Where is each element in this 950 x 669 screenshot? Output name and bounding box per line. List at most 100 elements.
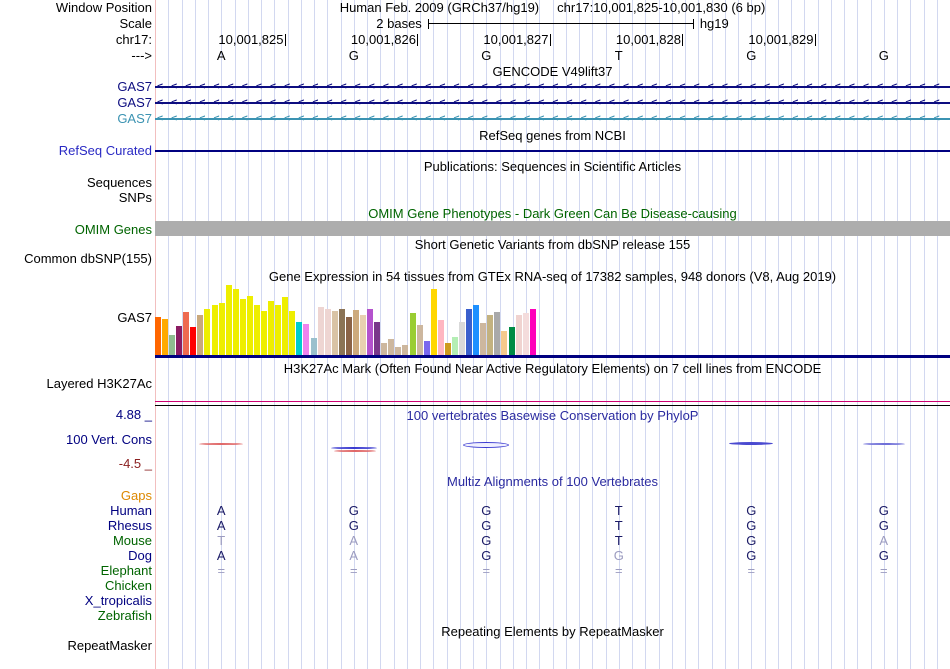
species-label[interactable]: Rhesus [0, 519, 152, 533]
gtex-bar[interactable] [162, 319, 169, 355]
species-label[interactable]: Chicken [0, 579, 152, 593]
h3k27ac-title[interactable]: H3K27Ac Mark (Often Found Near Active Re… [155, 362, 950, 376]
gtex-bar[interactable] [360, 315, 367, 355]
conservation-track-label[interactable]: 100 Vert. Cons [0, 433, 152, 447]
gtex-bar[interactable] [310, 338, 317, 355]
gtex-bar[interactable] [218, 303, 225, 355]
gtex-bar[interactable] [338, 309, 345, 355]
gtex-bar[interactable] [466, 309, 473, 355]
gtex-bar[interactable] [381, 343, 388, 355]
gencode-transcript[interactable]: <<<<<<<<<<<<<<<<<<<<<<<<<<<<<<<<<<<<<<<<… [155, 80, 950, 94]
gtex-title[interactable]: Gene Expression in 54 tissues from GTEx … [155, 270, 950, 284]
repeatmasker-title[interactable]: Repeating Elements by RepeatMasker [155, 625, 950, 639]
gene-label[interactable]: GAS7 [0, 80, 152, 94]
gtex-bar[interactable] [239, 299, 246, 355]
gtex-bar[interactable] [169, 335, 176, 355]
multiz-title[interactable]: Multiz Alignments of 100 Vertebrates [155, 475, 950, 489]
gtex-bar[interactable] [225, 285, 232, 355]
gtex-bar[interactable] [317, 307, 324, 355]
snps-label[interactable]: SNPs [0, 191, 152, 205]
alignment-base: G [348, 518, 359, 533]
gtex-bar[interactable] [204, 309, 211, 355]
gtex-bar[interactable] [197, 315, 204, 355]
sequences-label[interactable]: Sequences [0, 176, 152, 190]
gtex-bar[interactable] [324, 309, 331, 355]
conservation-title[interactable]: 100 vertebrates Basewise Conservation by… [155, 409, 950, 423]
gtex-bar[interactable] [253, 305, 260, 355]
dbsnp-title[interactable]: Short Genetic Variants from dbSNP releas… [155, 238, 950, 252]
gtex-bar[interactable] [275, 305, 282, 355]
layered-h3k27ac-label[interactable]: Layered H3K27Ac [0, 377, 152, 391]
gtex-bar[interactable] [480, 323, 487, 355]
gtex-bar[interactable] [367, 309, 374, 355]
gtex-bar[interactable] [190, 327, 197, 355]
gtex-bar[interactable] [437, 320, 444, 355]
gtex-bar[interactable] [282, 297, 289, 355]
gtex-bar[interactable] [515, 315, 522, 355]
gtex-bar[interactable] [395, 347, 402, 355]
assembly-tag: hg19 [699, 16, 729, 31]
scale-bar [427, 19, 694, 29]
gtex-bar[interactable] [430, 289, 437, 355]
gtex-bar[interactable] [232, 289, 239, 355]
gtex-bar[interactable] [345, 317, 352, 355]
gtex-bar[interactable] [444, 343, 451, 355]
gtex-bar[interactable] [487, 315, 494, 355]
gtex-gene-label[interactable]: GAS7 [0, 311, 152, 325]
omim-genes-label[interactable]: OMIM Genes [0, 223, 152, 237]
gtex-bar[interactable] [459, 322, 465, 355]
gtex-bar[interactable] [155, 317, 161, 355]
repeatmasker-label[interactable]: RepeatMasker [0, 639, 152, 653]
gene-label[interactable]: GAS7 [0, 112, 152, 126]
gtex-bar[interactable] [494, 312, 501, 355]
gtex-bar[interactable] [451, 337, 458, 355]
gtex-bar[interactable] [303, 324, 310, 355]
gtex-bar[interactable] [352, 310, 359, 355]
refseq-title[interactable]: RefSeq genes from NCBI [155, 129, 950, 143]
alignment-base: A [216, 548, 226, 563]
gtex-bar[interactable] [331, 311, 338, 355]
gtex-bar[interactable] [296, 322, 303, 355]
omim-title[interactable]: OMIM Gene Phenotypes - Dark Green Can Be… [155, 207, 950, 221]
species-label[interactable]: Zebrafish [0, 609, 152, 623]
common-dbsnp-label[interactable]: Common dbSNP(155) [0, 252, 152, 266]
gtex-bar[interactable] [388, 339, 395, 355]
coordinate-label: 10,001,828 [615, 32, 683, 47]
gencode-transcript[interactable]: <<<<<<<<<<<<<<<<<<<<<<<<<<<<<<<<<<<<<<<<… [155, 96, 950, 110]
conservation-mark-red [199, 443, 244, 445]
gtex-bar[interactable] [473, 305, 480, 355]
gtex-bar[interactable] [529, 309, 536, 355]
species-label[interactable]: Human [0, 504, 152, 518]
alignment-base: T [614, 518, 623, 533]
gtex-bar[interactable] [183, 312, 190, 355]
species-label[interactable]: Elephant [0, 564, 152, 578]
gtex-baseline [155, 355, 950, 358]
omim-gene-bar[interactable] [155, 221, 950, 236]
gtex-bar[interactable] [289, 311, 296, 355]
reference-base: G [348, 48, 359, 63]
gtex-bar[interactable] [246, 296, 253, 355]
gtex-bar[interactable] [211, 305, 218, 355]
species-label[interactable]: X_tropicalis [0, 594, 152, 608]
gene-label[interactable]: GAS7 [0, 96, 152, 110]
gtex-bar[interactable] [268, 301, 275, 355]
gtex-bar[interactable] [423, 341, 430, 355]
species-label[interactable]: Dog [0, 549, 152, 563]
gtex-bar[interactable] [501, 331, 508, 355]
gtex-bar[interactable] [508, 327, 515, 355]
refseq-curated-label[interactable]: RefSeq Curated [0, 144, 152, 158]
gtex-bar[interactable] [522, 313, 529, 355]
refseq-gene-line[interactable] [155, 150, 950, 152]
gtex-bar[interactable] [176, 326, 183, 355]
gtex-bar[interactable] [261, 311, 268, 355]
assembly-title: Human Feb. 2009 (GRCh37/hg19) [339, 0, 540, 15]
gtex-bar[interactable] [409, 313, 416, 355]
gencode-transcript[interactable]: <<<<<<<<<<<<<<<<<<<<<<<<<<<<<<<<<<<<<<<<… [155, 112, 950, 126]
gtex-bar[interactable] [402, 345, 409, 355]
gtex-bar[interactable] [374, 322, 381, 355]
gencode-title[interactable]: GENCODE V49lift37 [155, 65, 950, 79]
gaps-label[interactable]: Gaps [0, 489, 152, 503]
species-label[interactable]: Mouse [0, 534, 152, 548]
publications-title[interactable]: Publications: Sequences in Scientific Ar… [155, 160, 950, 174]
gtex-bar[interactable] [416, 325, 423, 355]
